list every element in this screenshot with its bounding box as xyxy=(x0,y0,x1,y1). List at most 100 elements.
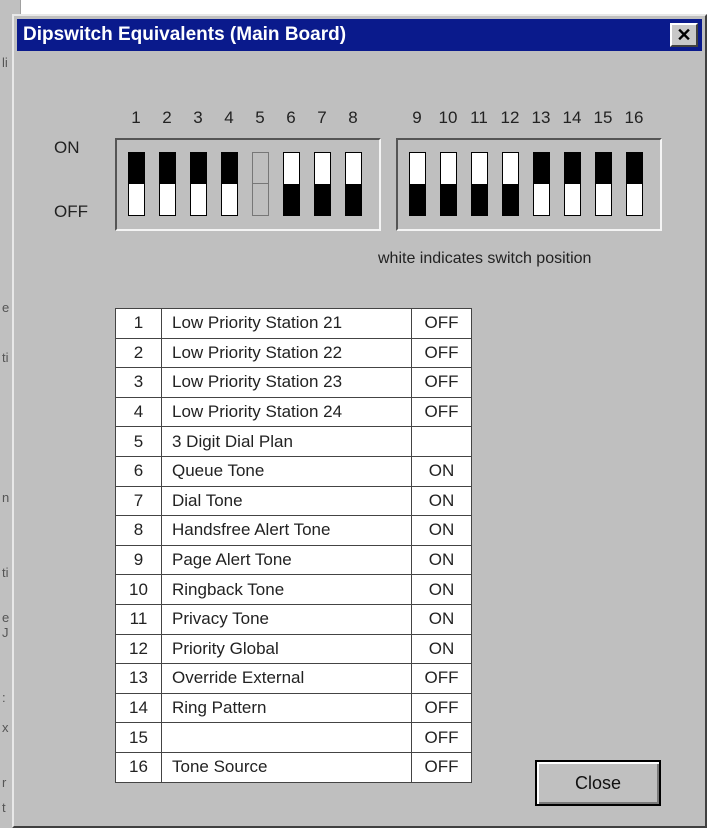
dipswitch-13 xyxy=(533,152,550,216)
dipswitch-4 xyxy=(221,152,238,216)
dipswitch-12 xyxy=(502,152,519,216)
row-setting: ON xyxy=(411,485,472,517)
switch-number-16: 16 xyxy=(624,108,644,127)
dipswitch-9 xyxy=(409,152,426,216)
row-number: 6 xyxy=(115,455,162,487)
on-label: ON xyxy=(54,138,80,157)
row-function: 3 Digit Dial Plan xyxy=(161,426,412,457)
row-setting: OFF xyxy=(411,367,472,398)
table-row: 2 Low Priority Station 22 OFF xyxy=(115,337,472,369)
table-row: 11 Privacy Tone ON xyxy=(115,603,472,635)
dipswitch-11 xyxy=(471,152,488,216)
switch-bank-2 xyxy=(396,138,662,231)
row-number: 10 xyxy=(115,574,162,605)
row-function: Low Priority Station 21 xyxy=(161,308,412,339)
row-function: Priority Global xyxy=(161,633,412,665)
table-row: 53 Digit Dial Plan xyxy=(115,426,472,457)
row-setting: ON xyxy=(411,633,472,665)
close-button[interactable]: Close xyxy=(535,760,661,806)
table-row: 6 Queue Tone ON xyxy=(115,455,472,487)
row-number: 3 xyxy=(115,367,162,398)
table-row: 16 Tone Source OFF xyxy=(115,751,472,783)
table-row: 14 Ring Pattern OFF xyxy=(115,692,472,724)
row-setting: OFF xyxy=(411,663,472,694)
table-row: 9 Page Alert Tone ON xyxy=(115,544,472,576)
switch-number-9: 9 xyxy=(412,108,422,127)
switch-number-3: 3 xyxy=(193,108,203,127)
row-function: Privacy Tone xyxy=(161,603,412,635)
dipswitch-3 xyxy=(190,152,207,216)
title-bar: Dipswitch Equivalents (Main Board) ✕ xyxy=(17,19,702,51)
row-function: Dial Tone xyxy=(161,485,412,517)
row-setting xyxy=(411,426,472,457)
table-row: 15 OFF xyxy=(115,722,472,753)
row-setting: OFF xyxy=(411,337,472,369)
row-setting: OFF xyxy=(411,692,472,724)
dipswitch-5 xyxy=(252,152,269,216)
switch-number-12: 12 xyxy=(500,108,520,127)
dipswitch-1 xyxy=(128,152,145,216)
row-number: 1 xyxy=(115,308,162,339)
row-setting: ON xyxy=(411,574,472,605)
table-row: 8 Handsfree Alert Tone ON xyxy=(115,515,472,546)
row-function: Override External xyxy=(161,663,412,694)
row-function: Ringback Tone xyxy=(161,574,412,605)
row-function xyxy=(161,722,412,753)
dipswitch-6 xyxy=(283,152,300,216)
table-row: 12 Priority Global ON xyxy=(115,633,472,665)
switch-bank-1 xyxy=(115,138,381,231)
switch-number-6: 6 xyxy=(286,108,296,127)
switch-number-4: 4 xyxy=(224,108,234,127)
row-number: 15 xyxy=(115,722,162,753)
row-function: Low Priority Station 23 xyxy=(161,367,412,398)
table-row: 4 Low Priority Station 24 OFF xyxy=(115,396,472,428)
dipswitch-14 xyxy=(564,152,581,216)
table-row: 13 Override External OFF xyxy=(115,663,472,694)
switch-number-13: 13 xyxy=(531,108,551,127)
row-number: 16 xyxy=(115,751,162,783)
switch-number-14: 14 xyxy=(562,108,582,127)
row-number: 11 xyxy=(115,603,162,635)
switch-number-10: 10 xyxy=(438,108,458,127)
switch-number-7: 7 xyxy=(317,108,327,127)
row-function: Tone Source xyxy=(161,751,412,783)
row-setting: ON xyxy=(411,515,472,546)
dipswitch-15 xyxy=(595,152,612,216)
row-setting: OFF xyxy=(411,308,472,339)
off-label: OFF xyxy=(54,202,88,221)
row-function: Low Priority Station 22 xyxy=(161,337,412,369)
row-number: 8 xyxy=(115,515,162,546)
dipswitch-8 xyxy=(345,152,362,216)
row-number: 13 xyxy=(115,663,162,694)
row-number: 4 xyxy=(115,396,162,428)
switch-number-1: 1 xyxy=(131,108,141,127)
row-number: 2 xyxy=(115,337,162,369)
table-row: 1 Low Priority Station 21 OFF xyxy=(115,308,472,339)
table-row: 7 Dial Tone ON xyxy=(115,485,472,517)
window-title: Dipswitch Equivalents (Main Board) xyxy=(23,24,347,45)
table-row: 10 Ringback Tone ON xyxy=(115,574,472,605)
row-setting: OFF xyxy=(411,751,472,783)
switch-number-15: 15 xyxy=(593,108,613,127)
row-number: 9 xyxy=(115,544,162,576)
row-function: Queue Tone xyxy=(161,455,412,487)
dipswitch-10 xyxy=(440,152,457,216)
row-function: Handsfree Alert Tone xyxy=(161,515,412,546)
row-function: Page Alert Tone xyxy=(161,544,412,576)
row-setting: ON xyxy=(411,455,472,487)
switch-number-5: 5 xyxy=(255,108,265,127)
row-function: Ring Pattern xyxy=(161,692,412,724)
switch-number-8: 8 xyxy=(348,108,358,127)
dipswitch-2 xyxy=(159,152,176,216)
row-setting: ON xyxy=(411,544,472,576)
dipswitch-dialog: Dipswitch Equivalents (Main Board) ✕ 123… xyxy=(12,14,707,828)
row-number: 7 xyxy=(115,485,162,517)
row-setting: ON xyxy=(411,603,472,635)
row-setting: OFF xyxy=(411,722,472,753)
row-number: 14 xyxy=(115,692,162,724)
dipswitch-16 xyxy=(626,152,643,216)
switch-position-note: white indicates switch position xyxy=(378,250,592,267)
switch-number-11: 11 xyxy=(470,108,488,127)
dipswitch-table: 1 Low Priority Station 21 OFF 2 Low Priority… xyxy=(115,308,472,783)
close-icon[interactable]: ✕ xyxy=(670,23,698,47)
